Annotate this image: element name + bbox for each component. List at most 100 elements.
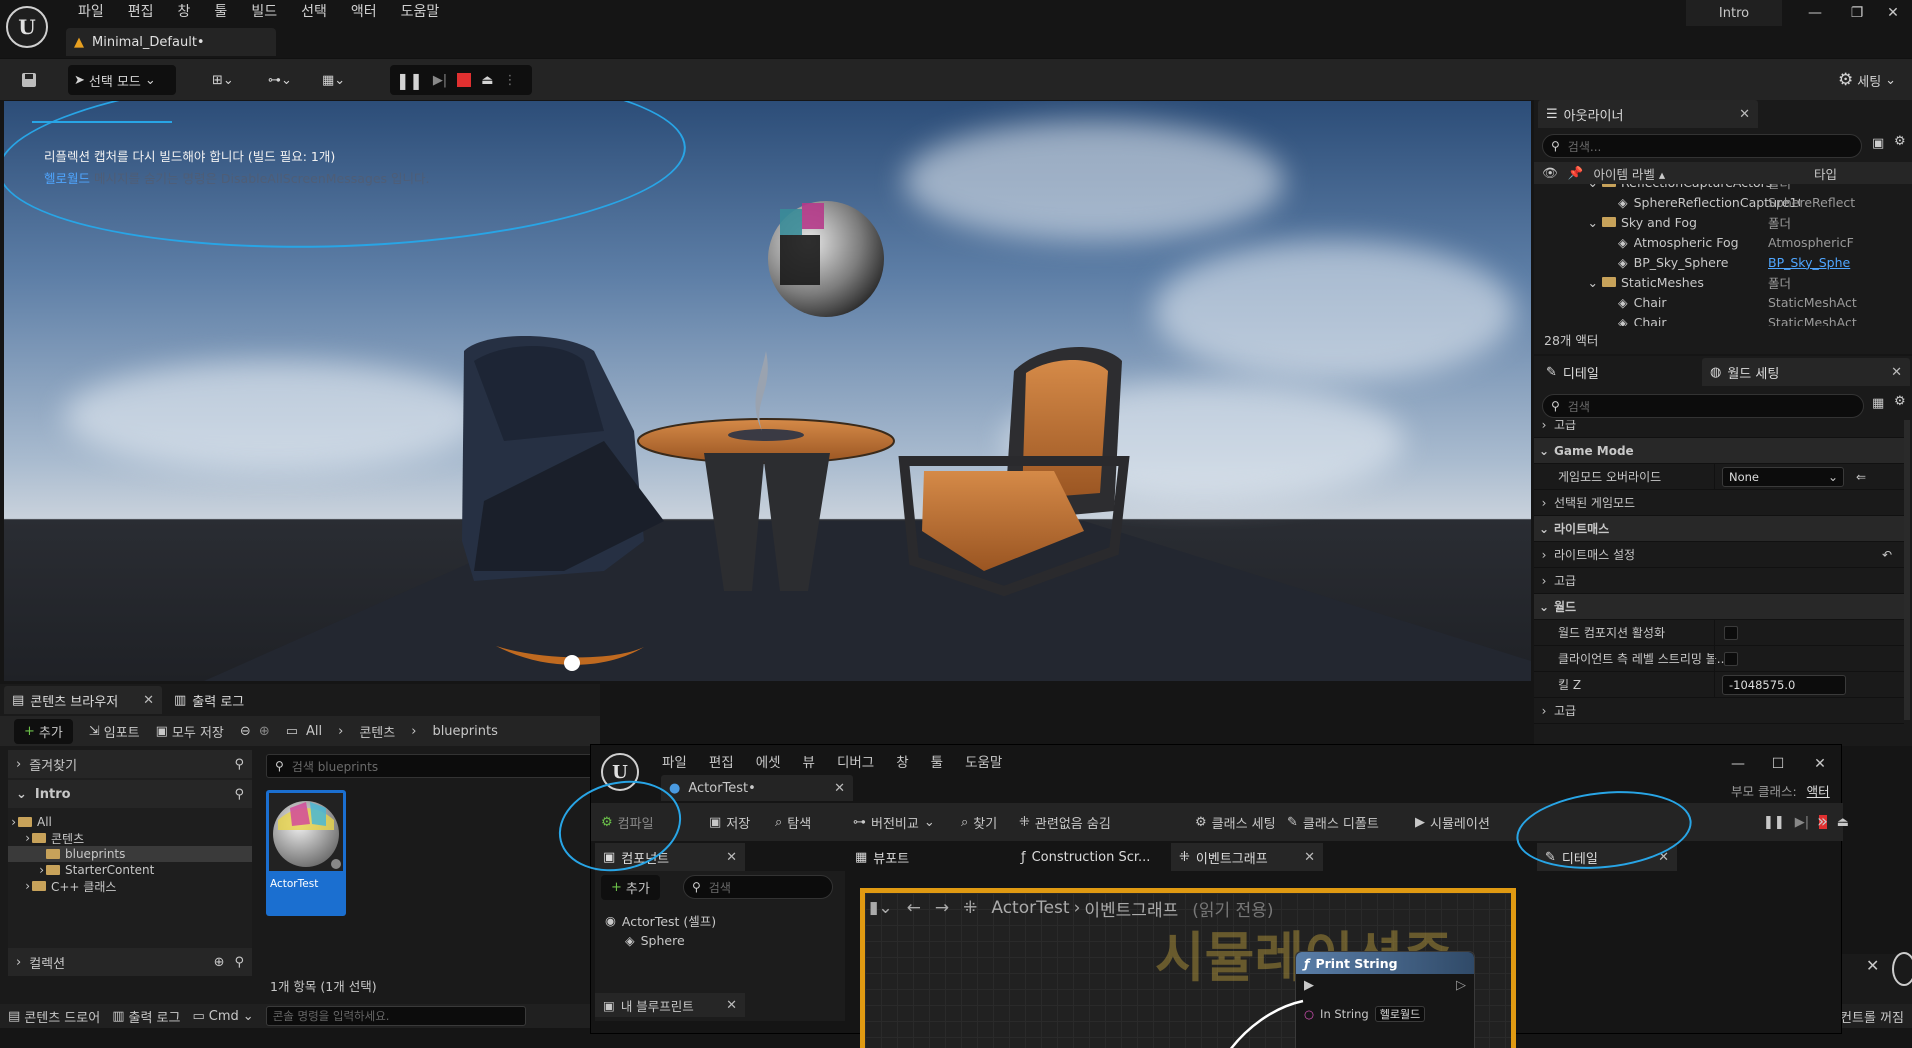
minimize-icon[interactable]: — — [1798, 0, 1832, 26]
minimize-icon[interactable]: — — [1721, 751, 1755, 777]
bp-toolbar-button[interactable]: ⁜ 관련없음 숨김 — [1019, 813, 1111, 832]
asset-tile[interactable]: ActorTest — [266, 790, 346, 916]
asset-search[interactable]: ⚲ 검색 blueprints — [266, 754, 596, 778]
output-log-button[interactable]: ▥ 출력 로그 — [112, 1007, 180, 1026]
menu-item[interactable]: 도움말 — [389, 2, 452, 22]
close-icon[interactable]: ✕ — [726, 998, 737, 1013]
details-row[interactable]: › 선택된 게임모드 — [1534, 490, 1904, 516]
bp-toolbar-button[interactable]: ▶ 시뮬레이션 — [1415, 813, 1490, 832]
exec-out-pin-icon[interactable]: ▷ — [1456, 978, 1466, 993]
bp-toolbar-button[interactable]: ⌕ 찾기 — [961, 813, 997, 832]
add-component-button[interactable]: + 추가 — [601, 875, 660, 900]
bp-menu-item[interactable]: 파일 — [651, 751, 698, 771]
details-row[interactable]: 클라이언트 측 레벨 스트리밍 볼... — [1534, 646, 1904, 672]
advance-frame-icon[interactable]: ▶| — [1795, 815, 1809, 830]
stop-icon[interactable] — [457, 73, 472, 87]
print-string-node[interactable]: ƒ Print String ▶ ▷ ○ In String 헬로월드 — [1295, 951, 1475, 1048]
console-input[interactable]: 콘솔 명령을 입력하세요. — [265, 1006, 526, 1026]
outliner-search[interactable]: ⚲ 검색... — [1542, 134, 1862, 158]
details-row[interactable]: › 고급 — [1534, 568, 1904, 594]
close-icon[interactable]: ✕ — [1891, 365, 1902, 380]
bp-toolbar-button[interactable]: ⊶ 버전비교 ⌄ — [853, 813, 935, 832]
folder-tree-item[interactable]: › 콘텐츠 — [8, 830, 252, 846]
eject-icon[interactable]: ⏏ — [481, 73, 493, 88]
folder-tree-item[interactable]: blueprints — [8, 846, 252, 862]
event-graph[interactable]: ▮⌄ ← → ⁜ ActorTest › 이벤트그래프 (읽기 전용) 시뮬레이… — [860, 888, 1516, 1048]
expand-toolbar-icon[interactable]: » — [1817, 811, 1828, 832]
component-self[interactable]: ◉ ActorTest (셀프) — [605, 911, 716, 930]
collections-header[interactable]: › 컬렉션 ⊕ ⚲ — [8, 948, 252, 976]
pause-icon[interactable]: ❚❚ — [1763, 815, 1785, 830]
menu-item[interactable]: 툴 — [202, 2, 239, 22]
details-row[interactable]: 월드 컴포지션 활성화 — [1534, 620, 1904, 646]
details-row[interactable]: 게임모드 오버라이드 None ⌄ ⇐ — [1534, 464, 1904, 490]
details-search[interactable]: ⚲ 검색 — [1542, 394, 1864, 418]
cinematics-icon[interactable]: ▦⌄ — [316, 65, 351, 95]
search-icon[interactable]: ⚲ — [234, 955, 244, 970]
breadcrumb-content[interactable]: 콘텐츠 — [359, 722, 395, 741]
close-icon[interactable]: ✕ — [143, 693, 154, 708]
close-icon[interactable]: ✕ — [834, 781, 845, 796]
construction-script-tab[interactable]: ƒ Construction Scr... — [1013, 843, 1163, 871]
outliner-row[interactable]: ◈ BP_Sky_Sphere BP_Sky_Sphe — [1534, 252, 1912, 272]
close-icon[interactable]: ✕ — [1876, 0, 1910, 26]
level-tab[interactable]: ▲ Minimal_Default• — [66, 28, 276, 56]
breadcrumb-blueprints[interactable]: blueprints — [432, 724, 497, 739]
menu-item[interactable]: 파일 — [66, 2, 116, 22]
menu-item[interactable]: 빌드 — [239, 2, 289, 22]
item-label-column[interactable]: 아이템 라벨 ▴ — [1593, 164, 1665, 183]
bp-menu-item[interactable]: 창 — [885, 751, 919, 771]
content-browser-tab[interactable]: ▤ 콘텐츠 브라우저 ✕ — [4, 686, 162, 714]
close-icon[interactable]: ✕ — [1739, 107, 1750, 122]
kill-z-field[interactable]: -1048575.0 — [1722, 674, 1846, 695]
gear-icon[interactable]: ⚙ — [1894, 134, 1906, 149]
add-collection-icon[interactable]: ⊕ — [214, 955, 225, 970]
checkbox[interactable] — [1724, 625, 1738, 640]
more-options-icon[interactable]: ⋮ — [504, 73, 517, 88]
close-icon[interactable]: ✕ — [726, 850, 737, 865]
components-search[interactable]: ⚲ 검색 — [683, 875, 833, 899]
output-log-tab[interactable]: ▥ 출력 로그 — [166, 686, 286, 714]
level-viewport[interactable]: 리플렉션 캡처를 다시 빌드해야 합니다 (빌드 필요: 1개) 헬로월드 메시… — [4, 101, 1531, 681]
forward-arrow-icon[interactable]: → — [935, 898, 949, 918]
bp-toolbar-button[interactable]: ✎ 클래스 디폴트 — [1287, 813, 1379, 832]
viewport-tab[interactable]: ▦ 뷰포트 — [847, 843, 967, 871]
select-mode-dropdown[interactable]: ➤ 선택 모드 ⌄ — [68, 65, 176, 95]
menu-item[interactable]: 액터 — [339, 2, 389, 22]
add-button[interactable]: + 추가 — [14, 718, 73, 744]
details-row[interactable]: ⌄ 라이트매스 — [1534, 516, 1904, 542]
my-blueprint-tab[interactable]: ▣ 내 블루프린트 ✕ — [595, 993, 745, 1017]
exec-in-pin-icon[interactable]: ▶ — [1304, 978, 1314, 993]
bp-toolbar-button[interactable]: ⌕ 탐색 — [775, 813, 811, 832]
settings-button[interactable]: ⚙ 세팅 ⌄ — [1832, 65, 1902, 95]
details-row[interactable]: › 라이트매스 설정 ↶ — [1534, 542, 1904, 568]
grid-view-icon[interactable]: ▦ — [1872, 396, 1884, 411]
details-row[interactable]: ⌄ 월드 — [1534, 594, 1904, 620]
folder-tree-item[interactable]: › All — [8, 814, 252, 830]
in-string-value[interactable]: 헬로월드 — [1374, 1006, 1426, 1022]
game-mode-dropdown[interactable]: None — [1722, 466, 1844, 487]
reset-icon[interactable]: ↶ — [1882, 548, 1892, 562]
maximize-icon[interactable]: ☐ — [1761, 751, 1795, 777]
bookmark-icon[interactable]: ▮⌄ — [869, 898, 893, 918]
advance-frame-icon[interactable]: ▶| — [433, 73, 447, 88]
outliner-row[interactable]: ◈ Chair StaticMeshAct — [1534, 312, 1912, 327]
folder-tree-item[interactable]: › C++ 클래스 — [8, 878, 252, 894]
menu-item[interactable]: 창 — [166, 2, 203, 22]
details-row[interactable]: › 고급 — [1534, 420, 1904, 438]
details-tab[interactable]: ✎ 디테일 — [1538, 358, 1698, 386]
folder-icon[interactable]: ▭ — [286, 724, 298, 739]
bp-menu-item[interactable]: 도움말 — [954, 751, 1013, 771]
graph-breadcrumb[interactable]: ActorTest — [991, 898, 1069, 918]
back-icon[interactable]: ⊖ — [240, 724, 251, 739]
project-header[interactable]: ⌄ Intro ⚲ — [8, 780, 252, 808]
outliner-tab[interactable]: ☰ 아웃라이너 ✕ — [1538, 100, 1758, 128]
outliner-row[interactable]: ◈ Atmospheric Fog AtmosphericF — [1534, 232, 1912, 252]
event-graph-tab[interactable]: ⁜ 이벤트그래프 ✕ — [1171, 843, 1323, 871]
in-string-pin[interactable]: ○ In String 헬로월드 — [1304, 1006, 1426, 1022]
details-row[interactable]: › 고급 — [1534, 698, 1904, 724]
eject-icon[interactable]: ⏏ — [1837, 815, 1849, 830]
details-row[interactable]: 킬 Z -1048575.0 — [1534, 672, 1904, 698]
save-all-button[interactable]: ▣ 모두 저장 — [156, 722, 224, 741]
menu-item[interactable]: 선택 — [289, 2, 339, 22]
